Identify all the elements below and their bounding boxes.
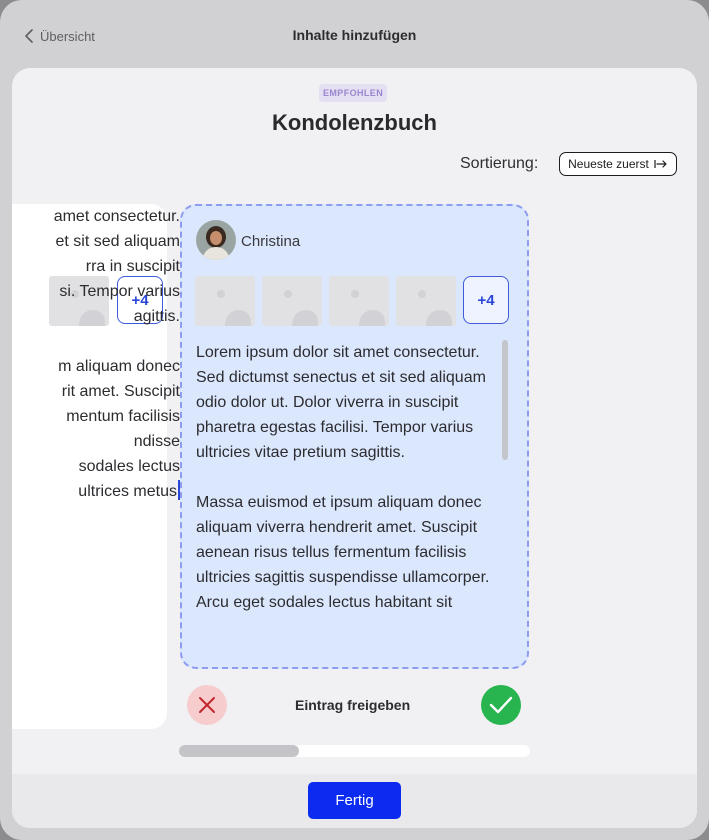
close-icon (199, 697, 215, 713)
image-placeholder-icon (284, 290, 318, 326)
recommended-badge: EMPFOHLEN (319, 84, 388, 102)
text-line: ndisse (133, 433, 180, 450)
entry-paragraph: Lorem ipsum dolor sit amet consectetur. … (196, 344, 486, 461)
text-scrollbar[interactable] (502, 340, 508, 460)
page-title: Kondolenzbuch (272, 110, 437, 135)
done-button[interactable]: Fertig (308, 782, 401, 819)
sort-label: Sortierung: (460, 155, 539, 172)
user-photo-icon (196, 220, 236, 260)
arrow-right-to-bar-icon (654, 160, 667, 168)
image-placeholder-icon (418, 290, 452, 326)
reject-button[interactable] (187, 685, 227, 725)
text-line: mentum facilisis (66, 408, 180, 425)
sort-dropdown[interactable]: Neueste zuerst (559, 152, 677, 176)
text-line: m aliquam donec (58, 358, 180, 375)
top-bar: Übersicht Inhalte hinzufügen (0, 0, 709, 68)
text-line: agittis. (133, 308, 180, 325)
approve-entry-label: Eintrag freigeben (295, 697, 411, 713)
text-line: rit amet. Suscipit (61, 383, 180, 400)
top-title: Inhalte hinzufügen (292, 27, 417, 43)
entry-text-previous: amet consectetur. et sit sed aliquam rra… (12, 204, 180, 504)
text-line: rra in suscipit (85, 258, 180, 275)
image-placeholder-icon (351, 290, 385, 326)
sort-value: Neueste zuerst (568, 157, 649, 171)
approve-button[interactable] (481, 685, 521, 725)
image-placeholder-icon (217, 290, 251, 326)
text-line: et sit sed aliquam (55, 233, 180, 250)
more-photos-button[interactable]: +4 (463, 276, 509, 324)
text-line: si. Tempor varius (59, 283, 180, 300)
check-icon (489, 696, 513, 714)
author-name: Christina (241, 233, 301, 250)
photo-thumbnail[interactable] (396, 276, 456, 326)
entry-text: Lorem ipsum dolor sit amet consectetur. … (196, 340, 501, 615)
photo-thumbnail[interactable] (329, 276, 389, 326)
photo-thumbnail[interactable] (195, 276, 255, 326)
photo-thumbnail[interactable] (262, 276, 322, 326)
text-line (12, 329, 180, 354)
entry-card-active[interactable]: Christina +4 Lorem ipsum dolor sit amet … (180, 204, 529, 669)
text-line: ultrices metus (78, 483, 177, 500)
text-line-last: ultrices metus (12, 479, 180, 504)
text-line: sodales lectus (78, 458, 180, 475)
content-sheet: EMPFOHLEN Kondolenzbuch Sortierung: Neue… (12, 68, 697, 828)
entry-paragraph: Massa euismod et ipsum aliquam donec ali… (196, 494, 490, 611)
device-frame: Übersicht Inhalte hinzufügen EMPFOHLEN K… (0, 0, 709, 840)
avatar (196, 220, 236, 260)
carousel-scroll-thumb[interactable] (179, 745, 299, 757)
text-line: amet consectetur. (53, 208, 180, 225)
